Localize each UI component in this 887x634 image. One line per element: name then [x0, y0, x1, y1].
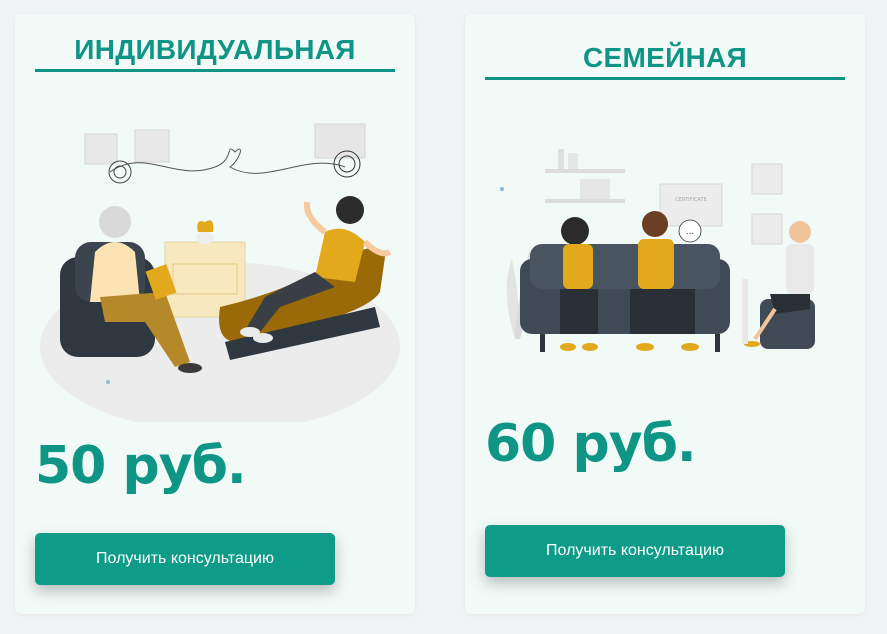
certificate-text: CERTIFICATE	[675, 197, 706, 203]
card-title: ИНДИВИДУАЛЬНАЯ	[35, 32, 395, 72]
get-consultation-button[interactable]: Получить консультацию	[35, 533, 335, 585]
speech-text: ...	[686, 227, 695, 237]
individual-therapy-illustration	[40, 123, 400, 422]
family-therapy-illustration: CERTIFICATE ...	[500, 149, 815, 352]
get-consultation-button[interactable]: Получить консультацию	[485, 525, 785, 577]
price: 50 руб.	[35, 436, 247, 496]
pricing-card-family: СЕМЕЙНАЯ CERTIFICATE ... 60 руб. Получит…	[465, 14, 865, 614]
price: 60 руб.	[485, 414, 697, 474]
pricing-card-individual: ИНДИВИДУАЛЬНАЯ 50 руб. Получить консульт…	[15, 14, 415, 614]
card-title: СЕМЕЙНАЯ	[485, 40, 845, 80]
